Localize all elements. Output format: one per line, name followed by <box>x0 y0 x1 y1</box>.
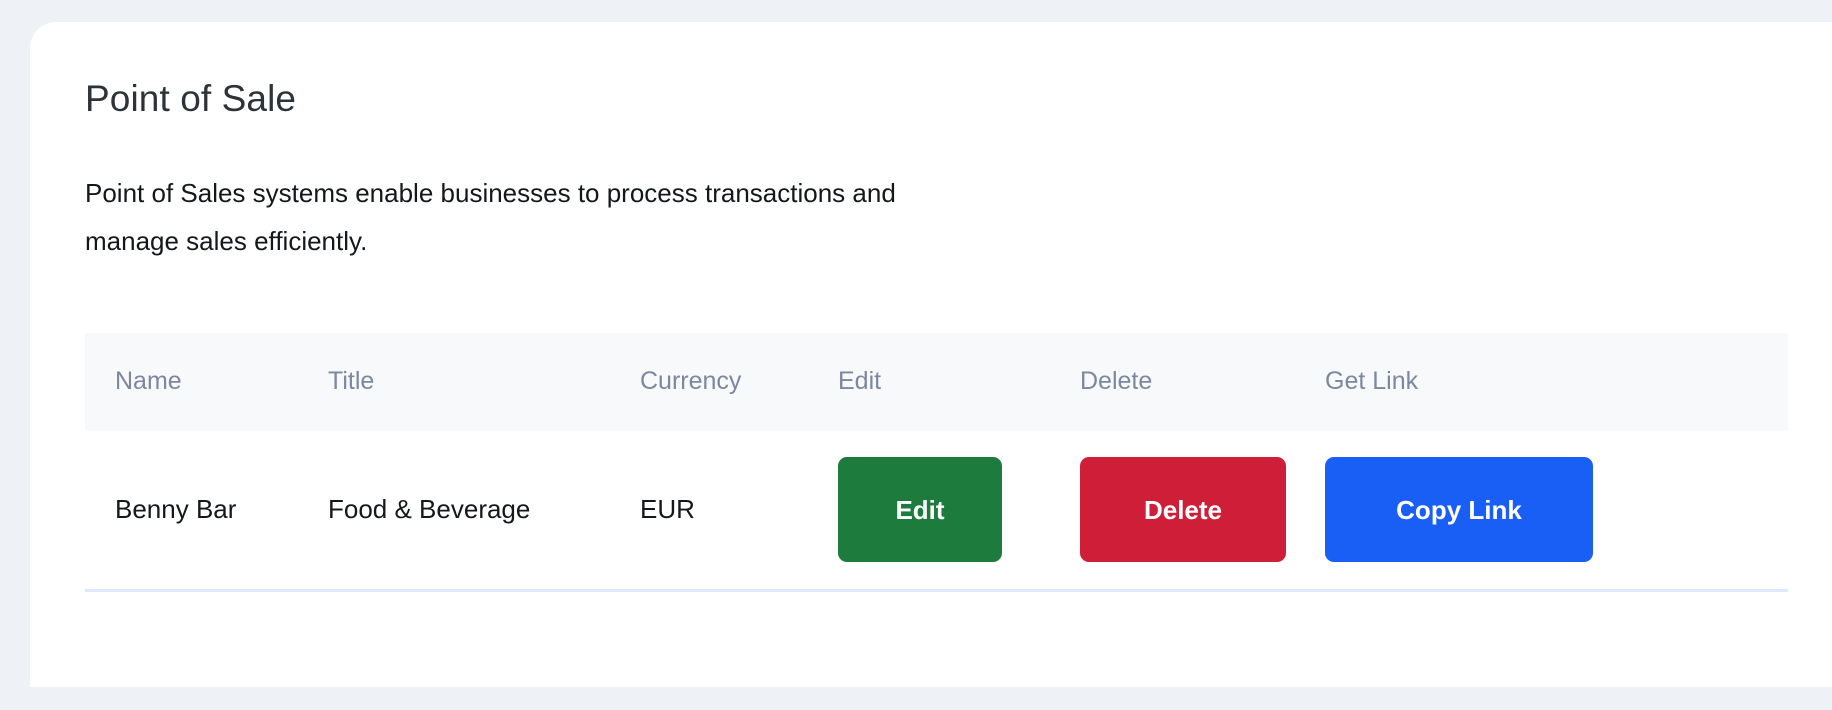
cell-edit: Edit <box>838 430 1080 592</box>
card-content: Point of Sale Point of Sales systems ena… <box>30 22 1832 592</box>
point-of-sale-card: Point of Sale Point of Sales systems ena… <box>30 22 1832 687</box>
cell-get-link: Copy Link <box>1325 430 1788 592</box>
table-row: Benny Bar Food & Beverage EUR Edit Delet… <box>85 430 1788 592</box>
table-header-row: Name Title Currency Edit Delete Get Link <box>85 332 1788 431</box>
edit-button[interactable]: Edit <box>838 457 1002 563</box>
copy-link-button[interactable]: Copy Link <box>1325 457 1593 563</box>
column-header-currency: Currency <box>640 367 742 396</box>
table-body: Benny Bar Food & Beverage EUR Edit Delet… <box>85 430 1788 592</box>
page-description: Point of Sales systems enable businesses… <box>85 177 896 256</box>
column-header-delete: Delete <box>1080 367 1153 396</box>
point-of-sale-table-wrapper: Name Title Currency Edit Delete Get Link… <box>85 332 1788 592</box>
cell-currency: EUR <box>640 430 838 592</box>
column-header-edit: Edit <box>838 367 882 396</box>
column-header-title: Title <box>328 367 375 396</box>
delete-button[interactable]: Delete <box>1080 457 1286 563</box>
point-of-sale-table: Name Title Currency Edit Delete Get Link… <box>85 332 1788 592</box>
page-title: Point of Sale <box>85 78 297 119</box>
column-header-get-link: Get Link <box>1325 367 1419 396</box>
cell-name: Benny Bar <box>85 430 328 592</box>
column-header-name: Name <box>115 367 182 396</box>
cell-delete: Delete <box>1080 430 1325 592</box>
cell-title: Food & Beverage <box>328 430 640 592</box>
table-head: Name Title Currency Edit Delete Get Link <box>85 332 1788 431</box>
page-root: Point of Sale Point of Sales systems ena… <box>0 0 1832 710</box>
